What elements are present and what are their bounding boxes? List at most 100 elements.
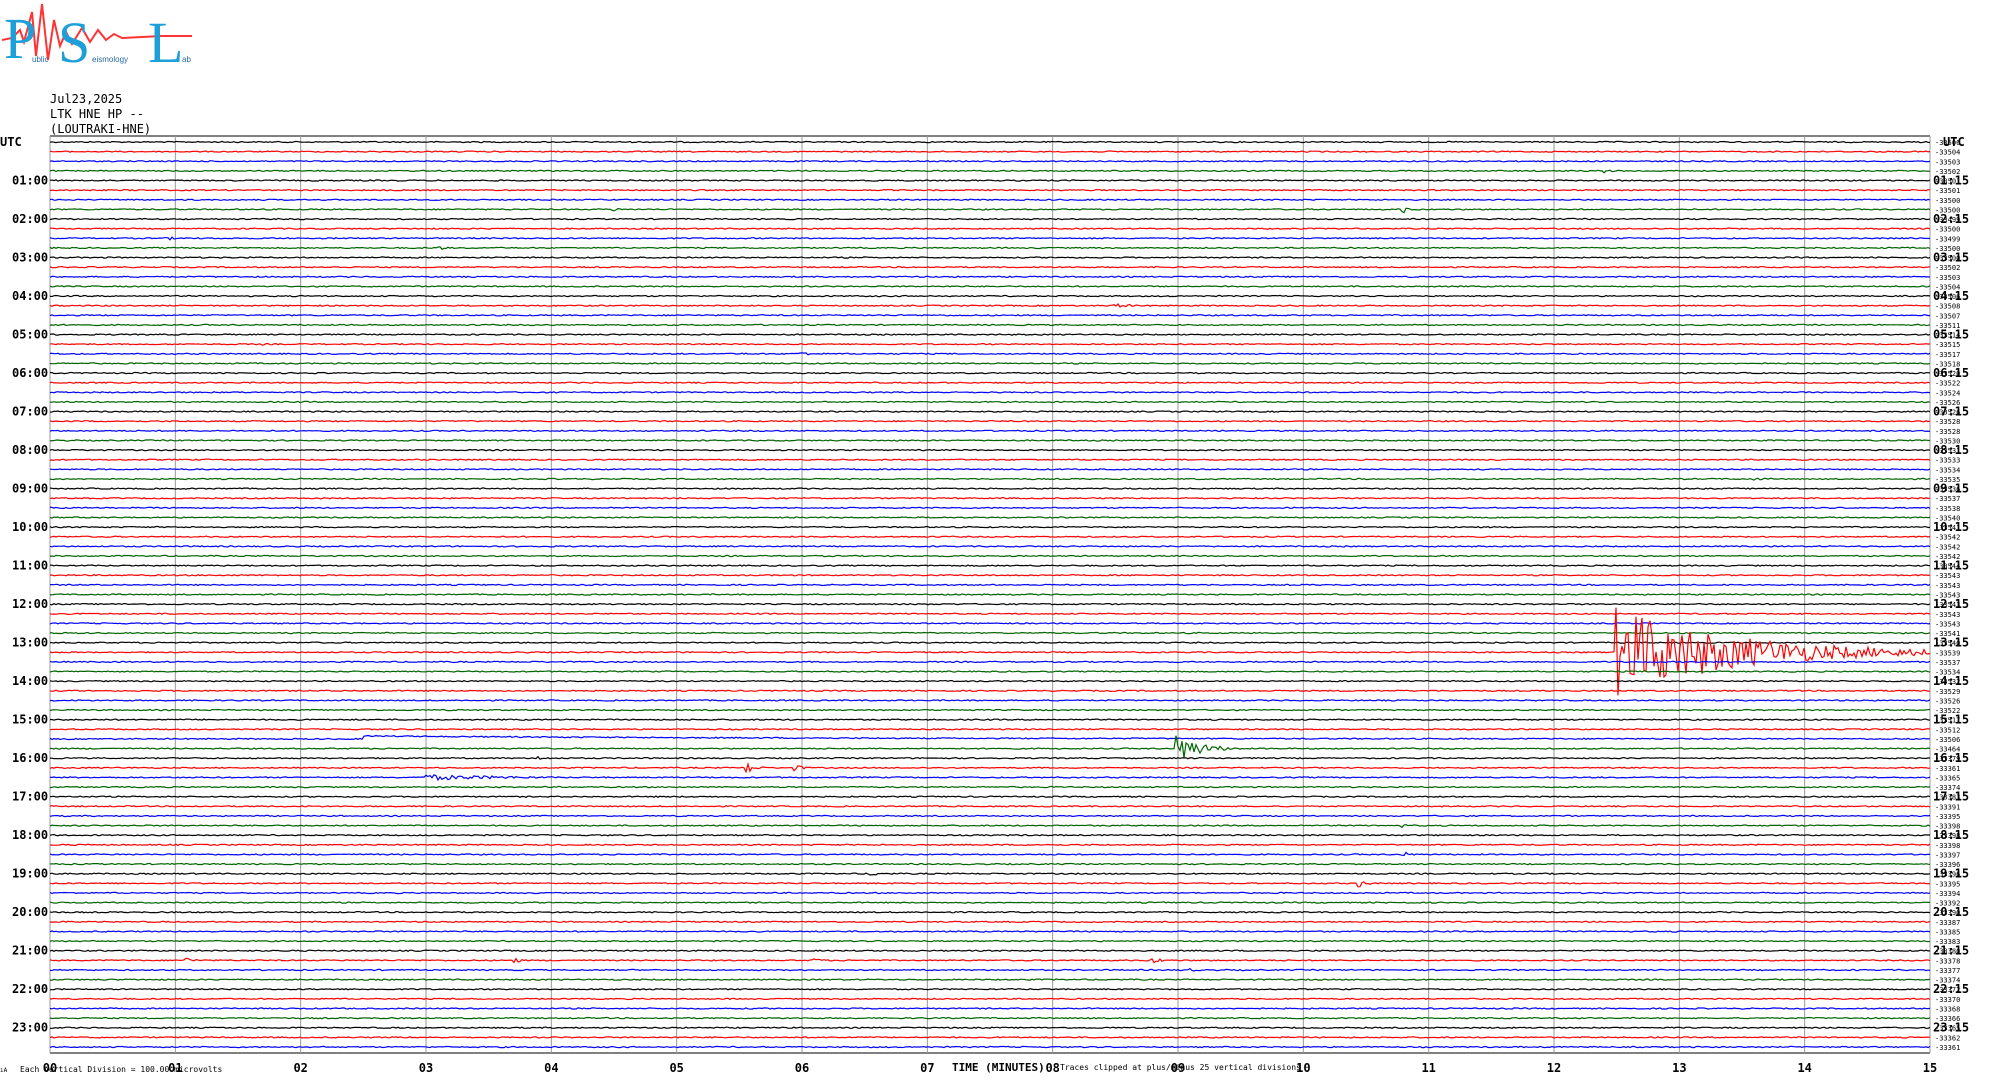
seismic-trace	[49, 851, 1931, 857]
seismic-trace	[49, 362, 1931, 365]
seismic-trace	[49, 236, 1931, 241]
seismic-trace	[49, 949, 1930, 952]
seismic-trace	[49, 150, 1931, 153]
trace-offset-label: -33395	[1935, 813, 1960, 821]
trace-offset-label: -33537	[1935, 659, 1960, 667]
seismic-trace	[49, 410, 1931, 413]
trace-offset-label: -33370	[1935, 996, 1960, 1004]
trace-offset-label: -33526	[1935, 697, 1960, 705]
seismic-trace	[49, 660, 1931, 664]
seismic-trace	[49, 679, 1931, 683]
seismic-trace	[49, 439, 1931, 442]
x-tick-label: 14	[1797, 1061, 1811, 1075]
trace-offset-label: -33499	[1935, 235, 1960, 243]
right-hour-label: 19:15	[1933, 867, 1969, 881]
left-hour-label: 08:00	[12, 443, 48, 457]
x-tick-label: 08	[1045, 1061, 1059, 1075]
seismic-trace	[49, 265, 1931, 269]
left-hour-label: 06:00	[12, 366, 48, 380]
trace-offset-label: -33529	[1935, 688, 1960, 696]
left-hour-label: 03:00	[12, 251, 48, 265]
seismic-trace	[49, 573, 1931, 577]
trace-offset-label: -33542	[1935, 534, 1960, 542]
left-hour-label: 02:00	[12, 212, 48, 226]
seismic-trace	[49, 891, 1931, 895]
trace-offset-label: -33503	[1935, 274, 1960, 282]
seismic-trace	[49, 602, 1931, 606]
seismic-trace	[49, 795, 1931, 798]
right-hour-label: 23:15	[1933, 1021, 1969, 1035]
seismic-trace	[49, 487, 1931, 490]
right-hour-label: 08:15	[1933, 443, 1969, 457]
x-tick-label: 02	[293, 1061, 307, 1075]
x-tick-label: 06	[795, 1061, 809, 1075]
seismic-trace	[49, 920, 1931, 924]
right-hour-label: 09:15	[1933, 482, 1969, 496]
seismic-trace	[49, 314, 1931, 317]
seismic-trace	[49, 564, 1931, 567]
seismic-trace	[49, 303, 1931, 308]
seismic-trace	[49, 774, 1931, 782]
right-hour-label: 01:15	[1933, 174, 1969, 188]
trace-offset-label: -33517	[1935, 351, 1960, 359]
seismic-trace	[49, 607, 1931, 696]
seismic-trace	[49, 761, 1931, 774]
trace-offset-label: -33539	[1935, 649, 1960, 657]
seismic-trace	[49, 689, 1930, 693]
seismic-trace	[49, 1016, 1931, 1020]
seismic-trace	[49, 843, 1931, 847]
right-hour-label: 15:15	[1933, 713, 1969, 727]
seismic-trace	[49, 285, 1931, 288]
right-hour-label: 07:15	[1933, 405, 1969, 419]
trace-offset-label: -33387	[1935, 919, 1960, 927]
trace-offset-label: -33507	[1935, 312, 1960, 320]
seismic-trace	[50, 352, 1931, 356]
seismic-trace	[49, 207, 1931, 214]
seismic-trace	[49, 881, 1931, 888]
seismic-trace	[49, 997, 1931, 1001]
right-utc-header: UTC	[1943, 135, 1965, 149]
left-hour-label: 09:00	[12, 482, 48, 496]
trace-offset-label: -33533	[1935, 457, 1960, 465]
seismic-trace	[49, 718, 1931, 721]
right-hour-label: 21:15	[1933, 944, 1969, 958]
left-hour-label: 21:00	[12, 944, 48, 958]
vertical-scale-note: Each Vertical Division = 100.00 microvol…	[20, 1065, 223, 1074]
trace-offset-label: -33542	[1935, 543, 1960, 551]
x-tick-label: 11	[1421, 1061, 1435, 1075]
trace-offset-label: -33398	[1935, 842, 1960, 850]
trace-offset-label: -33537	[1935, 495, 1960, 503]
seismic-trace	[49, 1045, 1931, 1049]
trace-offset-label: -33528	[1935, 418, 1960, 426]
left-utc-header: UTC	[0, 135, 22, 149]
seismic-trace	[49, 755, 1931, 760]
seismic-trace	[49, 833, 1931, 837]
seismic-trace	[49, 939, 1931, 943]
trace-offset-label: -33365	[1935, 774, 1960, 782]
seismic-trace	[49, 179, 1931, 182]
seismic-trace	[49, 246, 1931, 251]
seismic-trace	[49, 256, 1931, 259]
seismic-trace	[49, 805, 1931, 808]
seismic-trace	[49, 525, 1931, 529]
left-hour-label: 07:00	[12, 405, 48, 419]
seismic-trace	[49, 217, 1931, 221]
trace-offset-label: -33538	[1935, 505, 1960, 513]
x-tick-label: 13	[1672, 1061, 1686, 1075]
seismic-trace	[49, 823, 1931, 829]
trace-offset-label: -33503	[1935, 158, 1960, 166]
seismic-trace	[49, 814, 1931, 818]
trace-offset-label: -33512	[1935, 726, 1960, 734]
seismic-trace	[49, 1007, 1931, 1010]
seismic-trace	[49, 198, 1931, 202]
x-tick-label: 03	[419, 1061, 433, 1075]
right-hour-label: 03:15	[1933, 251, 1969, 265]
seismic-trace	[49, 160, 1931, 163]
left-hour-label: 15:00	[12, 713, 48, 727]
right-hour-label: 05:15	[1933, 328, 1969, 342]
seismic-trace	[49, 670, 1931, 673]
trace-offset-label: -33394	[1935, 890, 1960, 898]
trace-offset-label: -33501	[1935, 187, 1960, 195]
helicorder-chart: 00 01 02 03 04 05 06 07 08 09 10 11 12 13 14 15-33506-3…	[0, 135, 1969, 1075]
seismic-trace	[49, 545, 1931, 548]
